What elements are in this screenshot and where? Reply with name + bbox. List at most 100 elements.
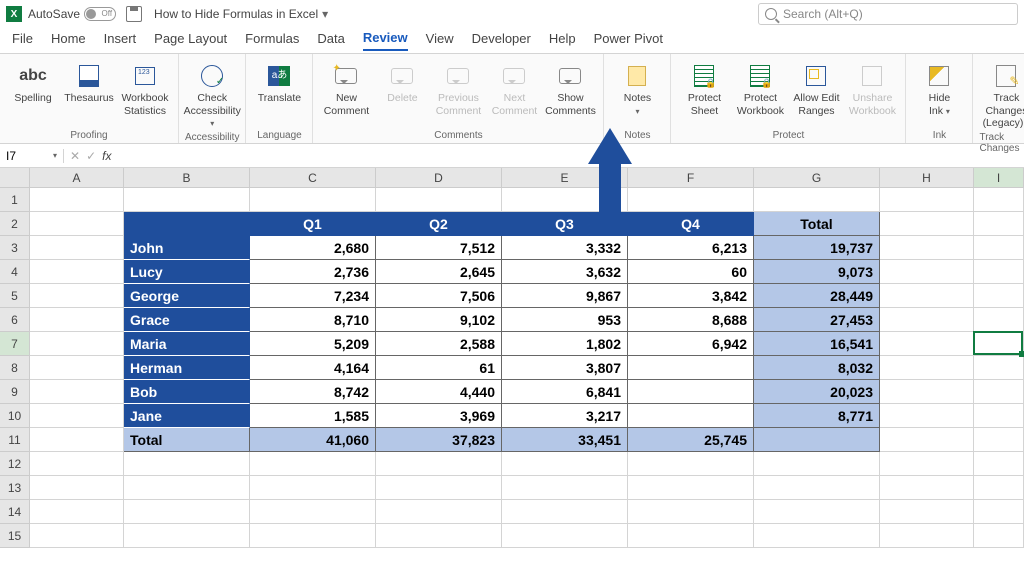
cell-H5[interactable] <box>880 284 974 308</box>
cell-D7[interactable]: 2,588 <box>376 332 502 356</box>
track-changes-button[interactable]: Track Changes(Legacy) ▾ <box>979 58 1024 130</box>
cell-I2[interactable] <box>974 212 1024 236</box>
cell-B11[interactable]: Total <box>124 428 250 452</box>
col-header-C[interactable]: C <box>250 168 376 188</box>
cell-A10[interactable] <box>30 404 124 428</box>
cell-H11[interactable] <box>880 428 974 452</box>
cell-G1[interactable] <box>754 188 880 212</box>
row-header-6[interactable]: 6 <box>0 308 30 332</box>
cell-D14[interactable] <box>376 500 502 524</box>
cell-B7[interactable]: Maria <box>124 332 250 356</box>
cell-A6[interactable] <box>30 308 124 332</box>
spelling-button[interactable]: abcSpelling <box>6 58 60 128</box>
cell-H13[interactable] <box>880 476 974 500</box>
cell-C1[interactable] <box>250 188 376 212</box>
col-header-G[interactable]: G <box>754 168 880 188</box>
cell-E10[interactable]: 3,217 <box>502 404 628 428</box>
cell-A15[interactable] <box>30 524 124 548</box>
cell-C15[interactable] <box>250 524 376 548</box>
cell-D15[interactable] <box>376 524 502 548</box>
row-header-13[interactable]: 13 <box>0 476 30 500</box>
row-header-14[interactable]: 14 <box>0 500 30 524</box>
cell-C11[interactable]: 41,060 <box>250 428 376 452</box>
cell-A5[interactable] <box>30 284 124 308</box>
tab-developer[interactable]: Developer <box>472 31 531 50</box>
cell-I10[interactable] <box>974 404 1024 428</box>
cell-A2[interactable] <box>30 212 124 236</box>
cell-B3[interactable]: John <box>124 236 250 260</box>
check-accessibility-button[interactable]: CheckAccessibility ▾ <box>185 58 239 130</box>
cell-H12[interactable] <box>880 452 974 476</box>
cell-G15[interactable] <box>754 524 880 548</box>
cell-G11[interactable] <box>754 428 880 452</box>
cell-I12[interactable] <box>974 452 1024 476</box>
cell-E7[interactable]: 1,802 <box>502 332 628 356</box>
notes-button[interactable]: Notes ▾ <box>610 58 664 128</box>
row-header-9[interactable]: 9 <box>0 380 30 404</box>
tab-file[interactable]: File <box>12 31 33 50</box>
col-header-I[interactable]: I <box>974 168 1024 188</box>
cell-E4[interactable]: 3,632 <box>502 260 628 284</box>
tab-power-pivot[interactable]: Power Pivot <box>594 31 663 50</box>
cell-G14[interactable] <box>754 500 880 524</box>
cell-A13[interactable] <box>30 476 124 500</box>
cell-F9[interactable] <box>628 380 754 404</box>
cell-H9[interactable] <box>880 380 974 404</box>
select-all-corner[interactable] <box>0 168 30 188</box>
cell-D9[interactable]: 4,440 <box>376 380 502 404</box>
cell-I4[interactable] <box>974 260 1024 284</box>
cell-B9[interactable]: Bob <box>124 380 250 404</box>
row-header-7[interactable]: 7 <box>0 332 30 356</box>
col-header-H[interactable]: H <box>880 168 974 188</box>
spreadsheet-grid[interactable]: ABCDEFGHI12Q1Q2Q3Q4Total3John2,6807,5123… <box>0 168 1024 548</box>
col-header-B[interactable]: B <box>124 168 250 188</box>
translate-button[interactable]: aあTranslate <box>252 58 306 128</box>
cell-B4[interactable]: Lucy <box>124 260 250 284</box>
tab-review[interactable]: Review <box>363 30 408 51</box>
tab-help[interactable]: Help <box>549 31 576 50</box>
cell-A14[interactable] <box>30 500 124 524</box>
autosave-toggle[interactable]: AutoSave Off <box>28 7 116 21</box>
cell-G4[interactable]: 9,073 <box>754 260 880 284</box>
cell-I8[interactable] <box>974 356 1024 380</box>
cell-C6[interactable]: 8,710 <box>250 308 376 332</box>
row-header-5[interactable]: 5 <box>0 284 30 308</box>
show-comments-button[interactable]: ShowComments <box>543 58 597 128</box>
cell-I5[interactable] <box>974 284 1024 308</box>
cell-G9[interactable]: 20,023 <box>754 380 880 404</box>
cancel-formula-icon[interactable]: ✕ <box>70 149 80 163</box>
cell-F2[interactable]: Q4 <box>628 212 754 236</box>
cell-A12[interactable] <box>30 452 124 476</box>
cell-C14[interactable] <box>250 500 376 524</box>
cell-C5[interactable]: 7,234 <box>250 284 376 308</box>
cell-D8[interactable]: 61 <box>376 356 502 380</box>
cell-E2[interactable]: Q3 <box>502 212 628 236</box>
cell-I3[interactable] <box>974 236 1024 260</box>
name-box[interactable]: I7 ▾ <box>0 149 64 163</box>
document-title[interactable]: How to Hide Formulas in Excel▾ <box>154 7 328 21</box>
col-header-E[interactable]: E <box>502 168 628 188</box>
cell-E3[interactable]: 3,332 <box>502 236 628 260</box>
cell-C12[interactable] <box>250 452 376 476</box>
cell-E9[interactable]: 6,841 <box>502 380 628 404</box>
insert-function-icon[interactable]: fx <box>102 149 111 163</box>
row-header-4[interactable]: 4 <box>0 260 30 284</box>
tab-view[interactable]: View <box>426 31 454 50</box>
cell-F7[interactable]: 6,942 <box>628 332 754 356</box>
cell-H2[interactable] <box>880 212 974 236</box>
cell-D4[interactable]: 2,645 <box>376 260 502 284</box>
cell-G2[interactable]: Total <box>754 212 880 236</box>
cell-F14[interactable] <box>628 500 754 524</box>
row-header-12[interactable]: 12 <box>0 452 30 476</box>
row-header-15[interactable]: 15 <box>0 524 30 548</box>
cell-I6[interactable] <box>974 308 1024 332</box>
cell-G3[interactable]: 19,737 <box>754 236 880 260</box>
cell-G5[interactable]: 28,449 <box>754 284 880 308</box>
cell-B10[interactable]: Jane <box>124 404 250 428</box>
cell-F1[interactable] <box>628 188 754 212</box>
cell-G7[interactable]: 16,541 <box>754 332 880 356</box>
cell-D13[interactable] <box>376 476 502 500</box>
cell-G6[interactable]: 27,453 <box>754 308 880 332</box>
cell-D10[interactable]: 3,969 <box>376 404 502 428</box>
protect-sheet-button[interactable]: ProtectSheet <box>677 58 731 128</box>
